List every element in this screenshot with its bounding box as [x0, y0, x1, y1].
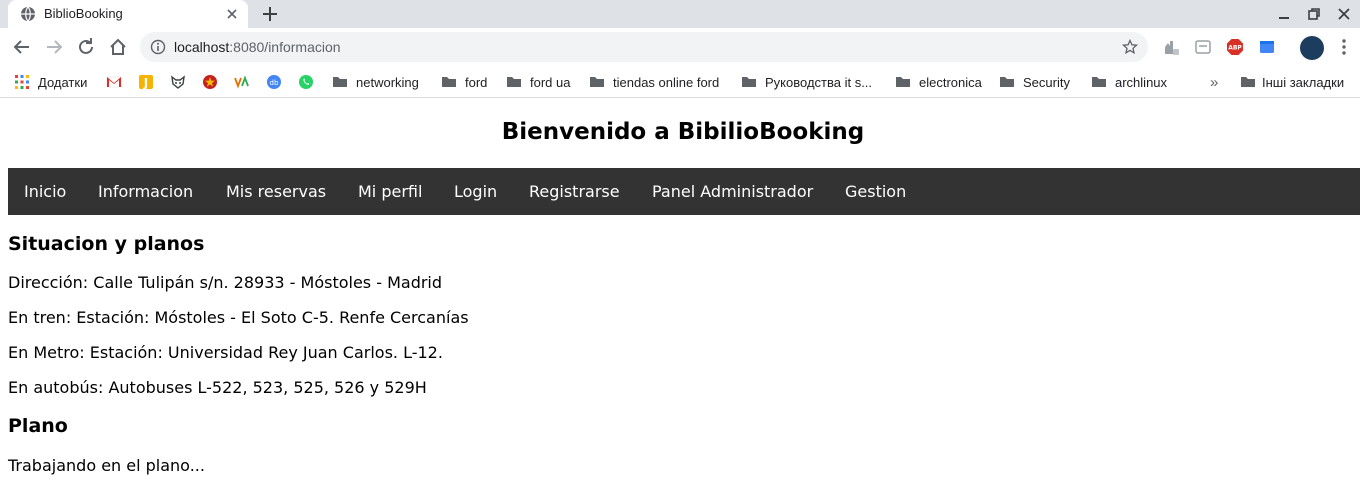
va-logo-icon[interactable]	[234, 74, 250, 90]
main-nav: Inicio Informacion Mis reservas Mi perfi…	[8, 168, 1360, 215]
globe-icon	[21, 6, 35, 22]
more-menu-icon[interactable]	[1336, 38, 1352, 56]
restore-icon[interactable]	[1306, 6, 1322, 22]
bookmark-folder-security[interactable]: Security	[999, 72, 1070, 92]
url-host: localhost	[174, 39, 230, 55]
bookmark-folder-guides[interactable]: Руководства it s...	[741, 72, 872, 92]
new-tab-icon[interactable]	[260, 4, 280, 24]
folder-icon	[1241, 77, 1255, 87]
whatsapp-icon[interactable]	[298, 74, 314, 90]
folder-icon	[333, 77, 347, 87]
bookmark-label: ford ua	[530, 74, 571, 90]
browser-toolbar: localhost:8080/informacion ABP	[0, 28, 1360, 66]
svg-text:J: J	[143, 76, 148, 90]
svg-text:ABP: ABP	[1228, 45, 1242, 52]
home-icon[interactable]	[108, 37, 128, 57]
star-badge-icon[interactable]	[202, 74, 218, 90]
bookmark-label: Security	[1023, 74, 1070, 90]
gmail-icon[interactable]	[106, 74, 122, 90]
apps-grid-icon	[15, 75, 29, 89]
back-arrow-icon[interactable]	[12, 37, 32, 57]
bookmark-label: networking	[356, 74, 419, 90]
section-heading-plano: Plano	[8, 415, 68, 437]
address-bar[interactable]: localhost:8080/informacion	[140, 32, 1148, 62]
folder-icon	[442, 77, 456, 87]
nav-inicio[interactable]: Inicio	[24, 182, 66, 201]
bookmark-folder-ford-ua[interactable]: ford ua	[506, 72, 570, 92]
nav-login[interactable]: Login	[454, 182, 497, 201]
nav-gestion[interactable]: Gestion	[845, 182, 906, 201]
bookmark-folder-electronica[interactable]: electronica	[895, 72, 982, 92]
bookmark-star-icon[interactable]	[1122, 39, 1138, 55]
j-bookmark-icon[interactable]: J	[138, 74, 154, 90]
bookmark-label: electronica	[919, 74, 982, 90]
folder-icon	[896, 77, 910, 87]
folder-icon	[1000, 77, 1014, 87]
browser-tabstrip: BiblioBooking	[0, 0, 1360, 28]
info-line-tren: En tren: Estación: Móstoles - El Soto C-…	[8, 308, 469, 327]
adblock-plus-icon[interactable]: ABP	[1226, 38, 1244, 56]
bookmark-apps[interactable]: Додатки	[14, 72, 87, 92]
svg-text:db: db	[270, 79, 279, 87]
bookmark-label: archlinux	[1115, 74, 1168, 90]
page-content: Bienvenido a BibilioBooking Inicio Infor…	[0, 99, 1360, 496]
bookmarks-overflow-button[interactable]: »	[1210, 72, 1218, 92]
info-line-metro: En Metro: Estación: Universidad Rey Juan…	[8, 343, 443, 362]
bookmark-label: tiendas online ford	[613, 74, 720, 90]
browser-tab[interactable]: BiblioBooking	[8, 0, 248, 28]
bookmark-label: Інші закладки	[1262, 74, 1345, 90]
plano-status-text: Trabajando en el plano...	[8, 456, 205, 475]
nav-informacion[interactable]: Informacion	[98, 182, 193, 201]
section-heading-situacion: Situacion y planos	[8, 233, 205, 255]
forward-arrow-icon[interactable]	[44, 37, 64, 57]
nav-registrarse[interactable]: Registrarse	[529, 182, 620, 201]
bookmark-label: Руководства it s...	[765, 74, 873, 90]
extension-window-icon[interactable]	[1258, 38, 1276, 56]
nav-mi-perfil[interactable]: Mi perfil	[358, 182, 422, 201]
minimize-icon[interactable]	[1276, 6, 1292, 22]
tab-title: BiblioBooking	[44, 6, 123, 21]
extension-hand-icon[interactable]	[1162, 38, 1180, 56]
nav-mis-reservas[interactable]: Mis reservas	[226, 182, 326, 201]
bookmark-apps-label: Додатки	[38, 74, 88, 90]
folder-icon	[507, 77, 521, 87]
folder-icon	[1092, 77, 1106, 87]
nav-panel-administrador[interactable]: Panel Administrador	[652, 182, 813, 201]
close-window-icon[interactable]	[1336, 6, 1352, 22]
extension-box-icon[interactable]	[1194, 38, 1212, 56]
bookmark-folder-networking[interactable]: networking	[332, 72, 419, 92]
info-line-autobus: En autobús: Autobuses L-522, 523, 525, 5…	[8, 378, 427, 397]
overflow-chevron: »	[1210, 73, 1219, 91]
profile-avatar[interactable]	[1300, 36, 1324, 60]
bookmark-folder-tiendas[interactable]: tiendas online ford	[589, 72, 719, 92]
bookmark-label: ford	[465, 74, 488, 90]
folder-icon	[590, 77, 604, 87]
folder-icon	[742, 77, 756, 87]
info-line-direccion: Dirección: Calle Tulipán s/n. 28933 - Mó…	[8, 273, 443, 292]
db-icon[interactable]: db	[266, 74, 282, 90]
page-title: Bienvenido a BibilioBooking	[501, 119, 865, 145]
bookmark-folder-other[interactable]: Інші закладки	[1240, 72, 1344, 92]
bookmark-folder-archlinux[interactable]: archlinux	[1091, 72, 1167, 92]
close-icon[interactable]	[224, 6, 240, 22]
url-path: :8080/informacion	[229, 39, 341, 55]
bookmarks-bar: Додатки J db networking ford ford ua tie…	[0, 66, 1360, 98]
url-text[interactable]: localhost:8080/informacion	[174, 39, 341, 55]
fox-icon[interactable]	[170, 74, 186, 90]
reload-icon[interactable]	[76, 37, 96, 57]
info-icon[interactable]	[150, 39, 166, 55]
bookmark-folder-ford[interactable]: ford	[441, 72, 487, 92]
